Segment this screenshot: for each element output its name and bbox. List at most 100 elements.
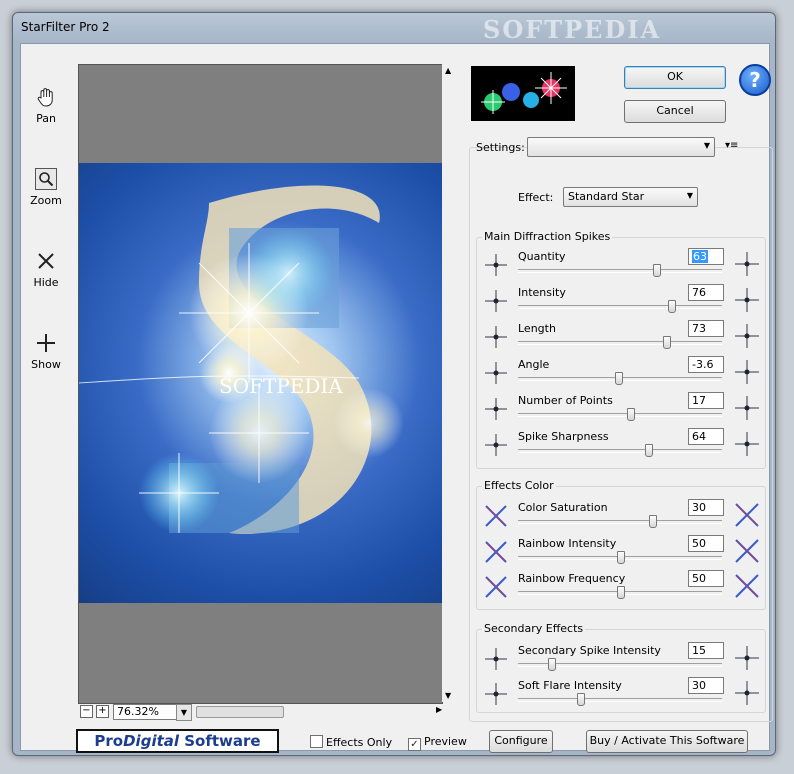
slider-value-input[interactable]: 50 [688, 534, 724, 552]
slider-thumb[interactable] [653, 264, 661, 277]
slider-row: Soft Flare Intensity 30 [481, 677, 769, 715]
preview-label: Preview [424, 735, 467, 748]
title-bar[interactable]: StarFilter Pro 2 SOFTPEDIA [13, 13, 775, 44]
slider-track[interactable] [518, 449, 722, 453]
slider-value-input[interactable]: 73 [688, 320, 724, 337]
zoom-tool[interactable]: Zoom [25, 168, 67, 207]
scroll-down-icon[interactable]: ▼ [445, 691, 451, 700]
star-preview-icon [733, 250, 761, 278]
slider-value-input[interactable]: 63 [688, 248, 724, 265]
effects-color-title: Effects Color [482, 479, 556, 492]
preview-vertical-scrollbar[interactable]: ▲ ▼ [442, 64, 457, 702]
slider-label: Spike Sharpness [518, 430, 609, 443]
pan-tool[interactable]: Pan [25, 86, 67, 125]
buy-activate-button[interactable]: Buy / Activate This Software [586, 730, 748, 753]
help-icon[interactable]: ? [739, 64, 771, 96]
slider-value: 30 [692, 679, 706, 692]
scroll-up-icon[interactable]: ▲ [445, 66, 451, 75]
chevron-down-icon: ▼ [703, 141, 710, 150]
slider-thumb[interactable] [577, 693, 585, 706]
slider-thumb[interactable] [548, 658, 556, 671]
preview-checkbox[interactable]: ✓ Preview [408, 735, 467, 751]
plus-icon [35, 332, 57, 354]
checkmark-icon[interactable]: ✓ [408, 738, 421, 751]
slider-row: Number of Points 17 [481, 392, 769, 430]
dialog-body: Pan Zoom Hide Show SOFTPEDIA ▲ ▼ − + 76.… [20, 43, 773, 753]
slider-value-input[interactable]: 15 [688, 642, 724, 659]
slider-value-input[interactable]: 30 [688, 677, 724, 694]
scroll-right-icon[interactable]: ▶ [436, 705, 442, 714]
slider-value-input[interactable]: 17 [688, 392, 724, 409]
preview-canvas[interactable]: SOFTPEDIA [78, 64, 443, 704]
slider-track[interactable] [518, 305, 722, 309]
slider-thumb[interactable] [617, 586, 625, 599]
slider-thumb[interactable] [668, 300, 676, 313]
star-icon [483, 360, 509, 386]
window-title: StarFilter Pro 2 [21, 20, 110, 34]
slider-value: 50 [692, 536, 706, 550]
cancel-button[interactable]: Cancel [624, 100, 726, 123]
slider-thumb[interactable] [627, 408, 635, 421]
slider-row: Color Saturation 30 [481, 499, 769, 537]
color-star-icon [483, 539, 509, 565]
effect-select[interactable]: Standard Star ▼ [563, 187, 698, 207]
chevron-down-icon: ▼ [686, 191, 693, 200]
effects-only-checkbox[interactable]: Effects Only [310, 735, 392, 749]
slider-value: 73 [692, 322, 706, 335]
slider-track[interactable] [518, 520, 722, 524]
slider-row: Spike Sharpness 64 [481, 428, 769, 466]
color-star-preview-icon [733, 572, 761, 600]
app-window: StarFilter Pro 2 SOFTPEDIA Pan Zoom Hide [12, 12, 776, 756]
slider-value: -3.6 [692, 358, 714, 371]
star-preview-icon [733, 358, 761, 386]
photo-watermark-text: SOFTPEDIA [219, 374, 343, 398]
star-icon [483, 288, 509, 314]
color-star-preview-icon [733, 501, 761, 529]
slider-value-input[interactable]: 64 [688, 428, 724, 445]
effects-only-box[interactable] [310, 735, 323, 748]
slider-value: 30 [692, 501, 706, 514]
zoom-level-input[interactable]: 76.32% [113, 704, 178, 720]
slider-label: Angle [518, 358, 550, 371]
slider-value-input[interactable]: 30 [688, 499, 724, 516]
settings-menu-icon[interactable]: ▾≡ [725, 140, 738, 151]
slider-thumb[interactable] [663, 336, 671, 349]
preview-artwork: SOFTPEDIA [79, 185, 404, 534]
star-icon [483, 252, 509, 278]
main-spikes-title: Main Diffraction Spikes [482, 230, 613, 243]
effect-label: Effect: [518, 191, 554, 204]
zoom-in-button[interactable]: + [96, 705, 109, 718]
show-tool[interactable]: Show [25, 332, 67, 371]
logo-software: Software [179, 732, 261, 750]
color-star-preview-icon [733, 537, 761, 565]
hide-tool[interactable]: Hide [25, 250, 67, 289]
slider-thumb[interactable] [645, 444, 653, 457]
zoom-dropdown-icon[interactable]: ▼ [176, 704, 192, 721]
slider-thumb[interactable] [649, 515, 657, 528]
slider-label: Rainbow Frequency [518, 572, 626, 585]
slider-label: Length [518, 322, 556, 335]
slider-value: 76 [692, 286, 706, 299]
zoom-out-button[interactable]: − [80, 705, 93, 718]
ok-button[interactable]: OK [624, 66, 726, 89]
slider-row: Angle -3.6 [481, 356, 769, 394]
slider-track[interactable] [518, 341, 722, 345]
configure-button[interactable]: Configure [489, 730, 553, 753]
x-icon [35, 250, 57, 272]
slider-value-input[interactable]: 76 [688, 284, 724, 301]
slider-thumb[interactable] [617, 550, 625, 564]
slider-value-input[interactable]: 50 [688, 570, 724, 587]
slider-value-input[interactable]: -3.6 [688, 356, 724, 373]
slider-label: Rainbow Intensity [518, 536, 617, 550]
slider-track[interactable] [518, 698, 722, 702]
slider-label: Secondary Spike Intensity [518, 644, 661, 657]
preview-horizontal-scrollbar[interactable] [196, 706, 284, 718]
slider-thumb[interactable] [615, 372, 623, 385]
star-icon [483, 646, 509, 672]
slider-track[interactable] [518, 413, 722, 417]
color-star-icon [483, 574, 509, 600]
slider-track[interactable] [518, 269, 722, 273]
hand-icon [35, 86, 57, 108]
settings-select[interactable]: ▼ [527, 137, 715, 157]
settings-label: Settings: [476, 141, 525, 154]
